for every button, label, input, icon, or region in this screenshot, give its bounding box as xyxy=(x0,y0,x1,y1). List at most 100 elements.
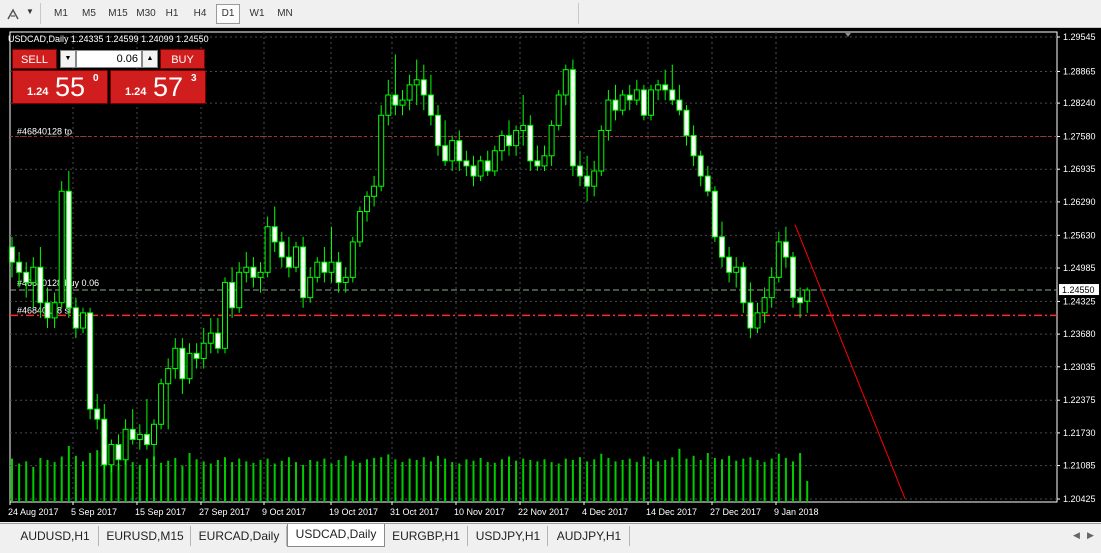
candle-bull xyxy=(619,94,626,111)
timeframe-toolbar: ▼ M1 M5 M15 M30 H1 H4 D1 W1 MN xyxy=(0,0,1101,28)
chevron-down-icon[interactable]: ▼ xyxy=(26,7,34,16)
candle-bull xyxy=(207,332,214,344)
buy-price-pips: 57 xyxy=(153,72,184,102)
timeframe-h1[interactable]: H1 xyxy=(162,5,182,23)
candle-bear xyxy=(790,256,796,299)
tab-audusd-h1[interactable]: AUDUSD,H1 xyxy=(12,526,99,546)
scroll-right-icon[interactable]: ▶ xyxy=(1087,530,1094,541)
tab-eurcad-daily[interactable]: EURCAD,Daily xyxy=(192,526,287,546)
candle-bull xyxy=(243,266,250,273)
timeframe-d1[interactable]: D1 xyxy=(216,4,240,24)
candle-bear xyxy=(65,190,72,309)
candle-bear xyxy=(506,135,512,147)
candle-bull xyxy=(477,160,484,177)
candle-bull xyxy=(364,195,370,213)
candle-bull xyxy=(165,368,172,385)
timeframe-m30[interactable]: M30 xyxy=(133,5,159,23)
candle-bull xyxy=(172,347,179,370)
candle-bull xyxy=(356,211,363,243)
x-tick-label: 19 Oct 2017 xyxy=(329,507,378,517)
candle-bull xyxy=(378,114,385,187)
candle-bull xyxy=(200,342,207,359)
lot-size-input[interactable]: 0.06 xyxy=(76,50,142,68)
tab-audjpy-h1[interactable]: AUDJPY,H1 xyxy=(549,526,630,546)
x-tick-label: 5 Sep 2017 xyxy=(71,507,117,517)
sell-price-prefix: 1.24 xyxy=(27,86,49,98)
lot-increase-button[interactable]: ▲ xyxy=(142,50,158,68)
shift-marker-icon[interactable] xyxy=(845,33,851,37)
chart-tabs-bar: AUDUSD,H1 EURUSD,M15 EURCAD,Daily USDCAD… xyxy=(0,523,1101,553)
candle-bull xyxy=(562,69,569,96)
candle-bear xyxy=(229,281,236,309)
current-price-marker: 1.24550 xyxy=(1059,284,1099,296)
order-lines[interactable]: #46840128 tp #46840128 buy 0.06 #4684012… xyxy=(10,127,1057,317)
candle-bear xyxy=(285,256,292,268)
chart-window[interactable]: #46840128 tp #46840128 buy 0.06 #4684012… xyxy=(0,28,1101,522)
candle-bull xyxy=(648,89,654,116)
buy-quote-button[interactable]: 1.24 57 3 xyxy=(110,70,206,104)
candle-bear xyxy=(690,135,697,157)
x-tick-label: 31 Oct 2017 xyxy=(390,507,439,517)
timeframe-m5[interactable]: M5 xyxy=(78,5,100,23)
candle-bear xyxy=(662,84,669,91)
sell-quote-button[interactable]: 1.24 55 0 xyxy=(12,70,108,104)
candle-bull xyxy=(555,94,562,126)
candle-bear xyxy=(704,175,711,192)
candle-bear xyxy=(683,109,690,137)
candle-bear xyxy=(747,302,754,329)
crosshair-tools-icon[interactable] xyxy=(6,7,20,21)
candle-bear xyxy=(669,89,676,101)
candle-bear xyxy=(87,312,94,410)
lot-decrease-button[interactable]: ▼ xyxy=(60,50,76,68)
y-tick-label: 1.28240 xyxy=(1063,98,1096,108)
candle-bear xyxy=(179,347,186,380)
timeframe-w1[interactable]: W1 xyxy=(246,5,268,23)
candle-bull xyxy=(257,271,264,278)
candle-bull xyxy=(754,312,761,329)
trendline[interactable] xyxy=(794,224,906,499)
sell-button[interactable]: SELL xyxy=(12,49,57,69)
timeframe-m15[interactable]: M15 xyxy=(105,5,131,23)
candle-bear xyxy=(115,444,122,461)
tab-usdjpy-h1[interactable]: USDJPY,H1 xyxy=(469,526,548,546)
buy-price-prefix: 1.24 xyxy=(125,86,147,98)
candle-bear xyxy=(143,433,150,446)
toolbar-separator xyxy=(578,3,579,24)
candle-bear xyxy=(129,428,136,440)
tab-eurusd-m15[interactable]: EURUSD,M15 xyxy=(100,526,191,546)
candle-bull xyxy=(633,89,640,101)
candle-bull xyxy=(598,129,605,172)
candle-bull xyxy=(122,428,129,461)
candle-bull xyxy=(804,289,811,302)
candle-bear xyxy=(435,114,441,147)
toolbar-separator xyxy=(40,3,41,24)
buy-button[interactable]: BUY xyxy=(160,49,205,69)
candle-bull xyxy=(328,261,335,273)
y-tick-label: 1.27580 xyxy=(1063,132,1096,142)
candle-bear xyxy=(527,124,534,162)
candle-bear xyxy=(392,94,399,106)
candle-bear xyxy=(711,190,718,238)
x-tick-label: 9 Oct 2017 xyxy=(262,507,306,517)
stop-loss-label: #46840128 sl xyxy=(17,305,71,315)
candle-bull xyxy=(548,124,555,157)
candle-bear xyxy=(278,241,285,258)
candle-bear xyxy=(740,266,747,304)
buy-price-fraction: 3 xyxy=(191,73,197,84)
candle-bear xyxy=(456,140,463,162)
y-tick-label: 1.24325 xyxy=(1063,296,1096,306)
timeframe-mn[interactable]: MN xyxy=(274,5,296,23)
y-tick-label: 1.22375 xyxy=(1063,395,1096,405)
candle-bear xyxy=(44,302,51,319)
one-click-trading-panel: SELL ▼ 0.06 ▲ BUY 1.24 55 0 1.24 57 3 xyxy=(12,49,207,105)
scroll-left-icon[interactable]: ◀ xyxy=(1073,530,1080,541)
candle-bear xyxy=(584,175,591,187)
tab-eurgbp-h1[interactable]: EURGBP,H1 xyxy=(385,526,468,546)
timeframe-h4[interactable]: H4 xyxy=(190,5,210,23)
timeframe-m1[interactable]: M1 xyxy=(50,5,72,23)
candle-bear xyxy=(719,236,725,258)
candle-bull xyxy=(30,266,37,283)
candle-bear xyxy=(484,160,491,172)
x-tick-label: 22 Nov 2017 xyxy=(518,507,569,517)
tab-usdcad-daily[interactable]: USDCAD,Daily xyxy=(287,524,385,547)
